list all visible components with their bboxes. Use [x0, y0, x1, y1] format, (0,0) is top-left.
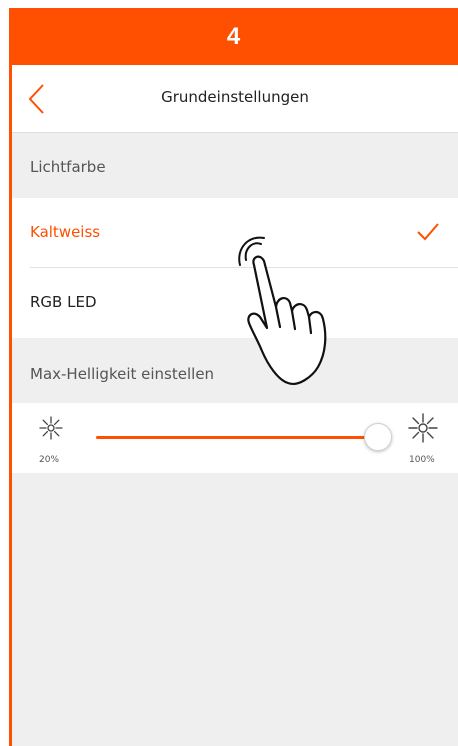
section-label-lichtfarbe: Lichtfarbe — [30, 158, 106, 176]
section-label-max-helligkeit: Max-Helligkeit einstellen — [30, 365, 215, 383]
sun-large-icon — [408, 413, 438, 443]
sun-small-icon — [39, 416, 63, 440]
option-label: RGB LED — [30, 293, 97, 311]
brightness-slider-thumb[interactable] — [364, 423, 392, 451]
step-number-banner: 4 — [9, 8, 458, 65]
phone-screen: Grundeinstellungen Lichtfarbe Kaltweiss … — [9, 65, 458, 746]
step-number: 4 — [226, 22, 241, 50]
page-title: Grundeinstellungen — [161, 88, 309, 106]
min-brightness-label: 20% — [39, 455, 60, 465]
checkmark-icon — [417, 223, 439, 241]
max-brightness-label: 100% — [409, 455, 435, 465]
top-bar: Grundeinstellungen — [12, 65, 458, 133]
option-label: Kaltweiss — [30, 223, 101, 241]
tapping-hand-icon — [238, 236, 327, 385]
brightness-slider-card: 20% 100% — [12, 403, 458, 473]
brightness-slider-track[interactable] — [96, 436, 380, 439]
